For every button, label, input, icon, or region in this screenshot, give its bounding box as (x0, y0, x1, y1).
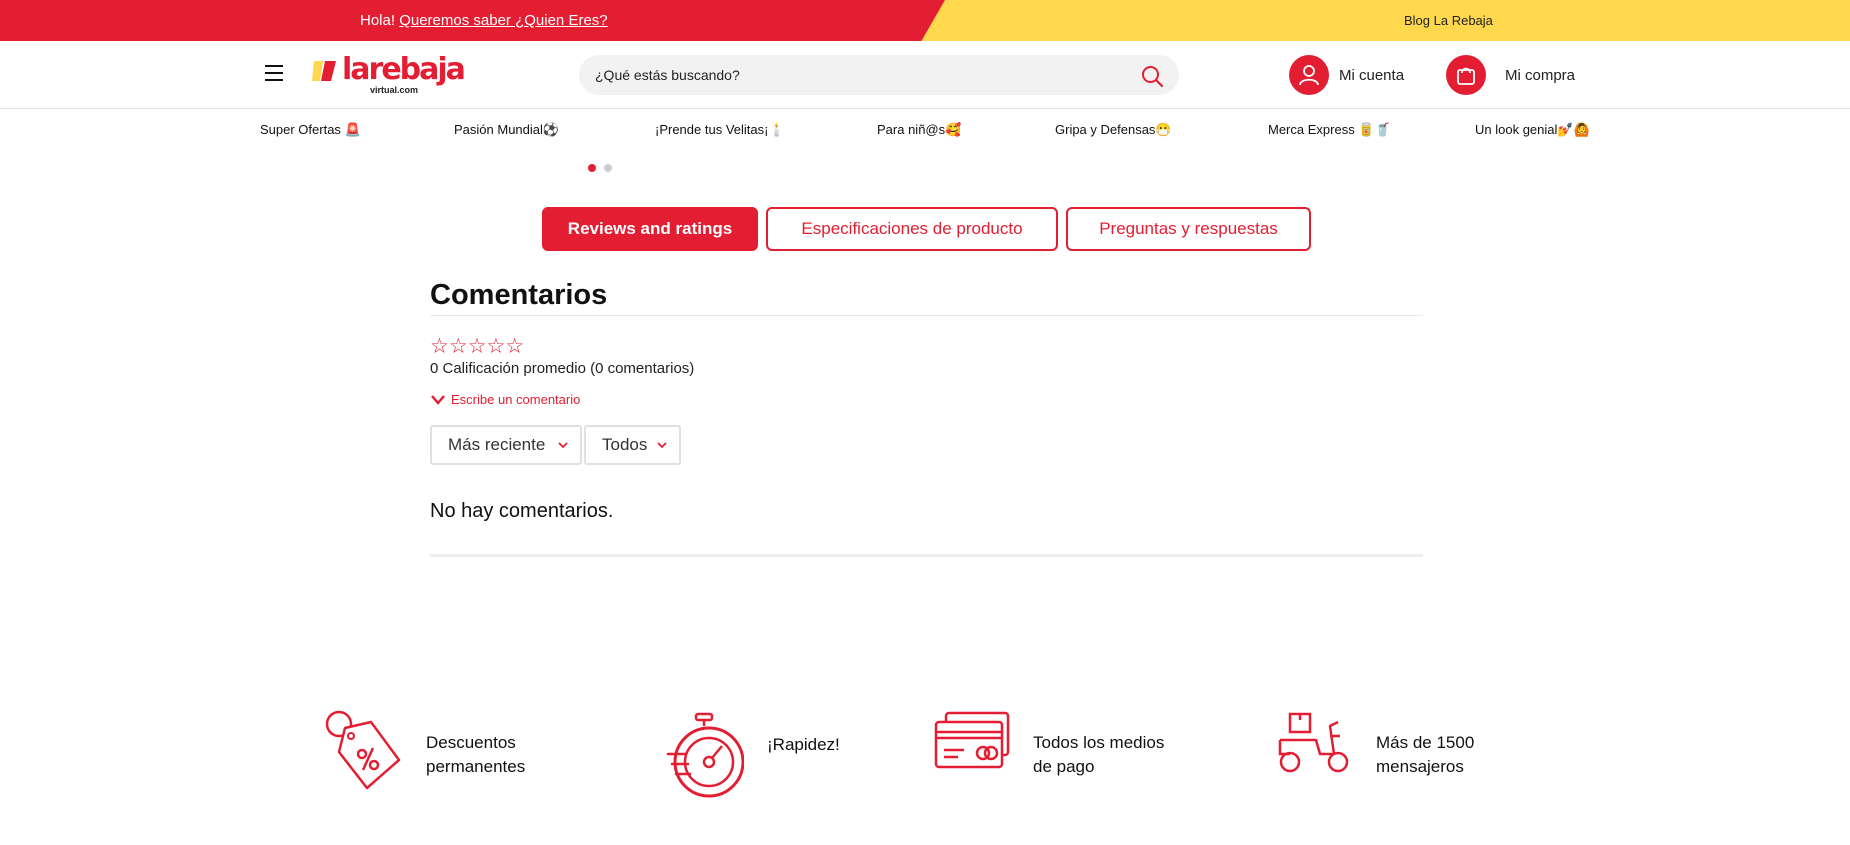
cart-badge (1446, 55, 1486, 95)
credit-card-icon (934, 711, 1010, 769)
chevron-down-icon (558, 442, 568, 449)
feature-couriers-line2: mensajeros (1376, 757, 1464, 776)
rating-summary: 0 Calificación promedio (0 comentarios) (430, 360, 695, 377)
feature-couriers: Más de 1500 mensajeros (1276, 710, 1506, 800)
tab-questions[interactable]: Preguntas y respuestas (1066, 207, 1311, 251)
write-comment-link[interactable]: Escribe un comentario (431, 392, 580, 407)
blog-link[interactable]: Blog La Rebaja (1404, 13, 1493, 28)
sort-select[interactable]: Más reciente (430, 425, 582, 465)
stopwatch-icon (666, 712, 744, 798)
category-merca-express[interactable]: Merca Express 🥫🥤 (1268, 122, 1391, 138)
divider (430, 554, 1423, 557)
feature-discounts-line2: permanentes (426, 757, 526, 776)
search-input[interactable] (595, 65, 1115, 85)
category-super-ofertas[interactable]: Super Ofertas 🚨 (260, 122, 361, 138)
logo-mark-icon (312, 61, 336, 81)
logo-sub: virtual.com (370, 85, 419, 95)
account-button[interactable]: Mi cuenta (1289, 55, 1409, 95)
tab-specifications[interactable]: Especificaciones de producto (766, 207, 1058, 251)
site-header: larebaja virtual.com Mi cuenta Mi compra (0, 41, 1850, 109)
feature-couriers-line1: Más de 1500 (1376, 733, 1475, 752)
account-avatar (1289, 55, 1329, 95)
bag-icon (1457, 67, 1475, 85)
category-nav: Super Ofertas 🚨 Pasión Mundial⚽ ¡Prende … (0, 110, 1850, 150)
filter-select-value: Todos (602, 435, 648, 454)
feature-speed: ¡Rapidez! (666, 710, 866, 800)
category-gripa-defensas[interactable]: Gripa y Defensas😷 (1055, 122, 1172, 138)
user-icon (1299, 65, 1319, 86)
carousel-dot[interactable] (604, 164, 612, 172)
divider (430, 315, 1423, 316)
star-rating: ☆☆☆☆☆ (430, 334, 525, 358)
cart-button[interactable]: Mi compra (1446, 55, 1586, 95)
feature-payment-line1: Todos los medios (1033, 733, 1165, 752)
promo-bar: Hola! Queremos saber ¿Quien Eres? Blog L… (0, 0, 1850, 41)
cart-label: Mi compra (1505, 67, 1576, 84)
delivery-scooter-icon (1278, 712, 1349, 773)
promo-message: Hola! Queremos saber ¿Quien Eres? (360, 12, 608, 29)
promo-link[interactable]: Queremos saber ¿Quien Eres? (399, 12, 607, 29)
logo[interactable]: larebaja virtual.com (312, 52, 466, 95)
promo-greeting: Hola! (360, 12, 396, 29)
logo-word: larebaja (342, 52, 466, 87)
discount-tag-icon (325, 710, 401, 790)
chevron-down-icon (657, 442, 667, 449)
comments-title: Comentarios (430, 279, 608, 311)
empty-comments-message: No hay comentarios. (430, 500, 614, 522)
feature-payment-line2: de pago (1033, 757, 1095, 776)
category-prende-velitas[interactable]: ¡Prende tus Velitas¡🕯️ (655, 122, 785, 138)
feature-speed-line1: ¡Rapidez! (767, 735, 840, 754)
feature-discounts: Descuentos permanentes (325, 710, 585, 800)
chevron-down-icon (431, 395, 445, 405)
category-ninos[interactable]: Para niñ@s🥰 (877, 122, 961, 138)
category-pasion-mundial[interactable]: Pasión Mundial⚽ (454, 122, 559, 138)
search-bar (579, 55, 1179, 95)
carousel-dot-active[interactable] (588, 164, 596, 172)
menu-icon[interactable] (265, 65, 283, 81)
tab-reviews[interactable]: Reviews and ratings (542, 207, 758, 251)
category-look-genial[interactable]: Un look genial💅🙆 (1475, 122, 1590, 138)
feature-discounts-line1: Descuentos (426, 733, 516, 752)
feature-payment: Todos los medios de pago (934, 710, 1224, 800)
search-icon[interactable] (1141, 65, 1163, 87)
filter-select[interactable]: Todos (584, 425, 681, 465)
sort-select-value: Más reciente (448, 435, 546, 454)
write-comment-label: Escribe un comentario (451, 392, 581, 407)
account-label: Mi cuenta (1339, 67, 1405, 84)
